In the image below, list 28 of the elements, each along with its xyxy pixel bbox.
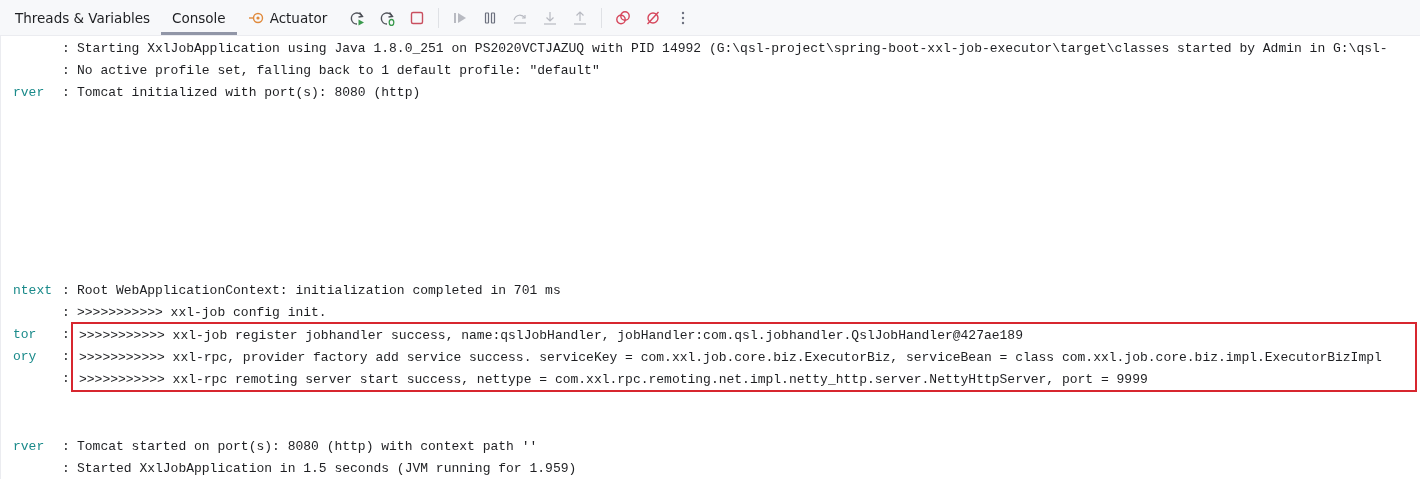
logger-name: ntext: [13, 282, 53, 298]
log-message: Started XxlJobApplication in 1.5 seconds (JVM running for 1.959): [76, 460, 577, 476]
logger-name: tor: [13, 326, 38, 342]
separator-colon: :: [62, 460, 71, 476]
separator-colon: :: [62, 62, 71, 78]
tab[interactable]: Threads & Variables: [4, 0, 162, 35]
separator-colon: :: [62, 326, 71, 342]
tab[interactable]: Console: [161, 0, 237, 35]
log-message: Tomcat started on port(s): 8080 (http) with context path '': [76, 438, 538, 454]
separator-colon: :: [62, 84, 71, 100]
tab[interactable]: Actuator: [236, 0, 339, 35]
separator-colon: :: [62, 370, 71, 386]
separator-colon: :: [62, 40, 71, 56]
log-message: >>>>>>>>>>> xxl-rpc remoting server start success, nettype = com.xxl.rpc.remoting.net.impl.netty_http.server.NettyHttpServer, port = 9999: [78, 371, 1148, 387]
log-message: >>>>>>>>>>> xxl-job register jobhandler success, name:qslJobHandler, jobHandler:com.qsl.jobhandler.QslJobHandler@427ae189: [78, 327, 1023, 343]
log-message: >>>>>>>>>>> xxl-job config init.: [76, 304, 327, 320]
log-message: Starting XxlJobApplication using Java 1.8.0_251 on PS2020VCTJAZUQ with PID 14992 (G:\qsl-project\spring-boot-xxl-job-executor\target\classes started by Admin in G:\qsl-: [76, 40, 1388, 56]
separator-colon: :: [62, 348, 71, 364]
separator-colon: :: [62, 304, 71, 320]
log-message: >>>>>>>>>>> xxl-rpc, provider factory add service success. serviceKey = com.xxl.job.core.biz.ExecutorBiz, serviceBean = class com.xxl.job.core.biz.impl.ExecutorBizImpl: [78, 349, 1382, 365]
log-message: No active profile set, falling back to 1 default profile: "default": [76, 62, 600, 78]
separator-colon: :: [62, 282, 71, 298]
logger-name: ory: [13, 348, 38, 364]
log-message: Tomcat initialized with port(s): 8080 (http): [76, 84, 421, 100]
logger-name: rver: [13, 84, 46, 100]
log-message: Root WebApplicationContext: initialization completed in 701 ms: [76, 282, 561, 298]
logger-name: rver: [13, 438, 46, 454]
separator-colon: :: [62, 438, 71, 454]
